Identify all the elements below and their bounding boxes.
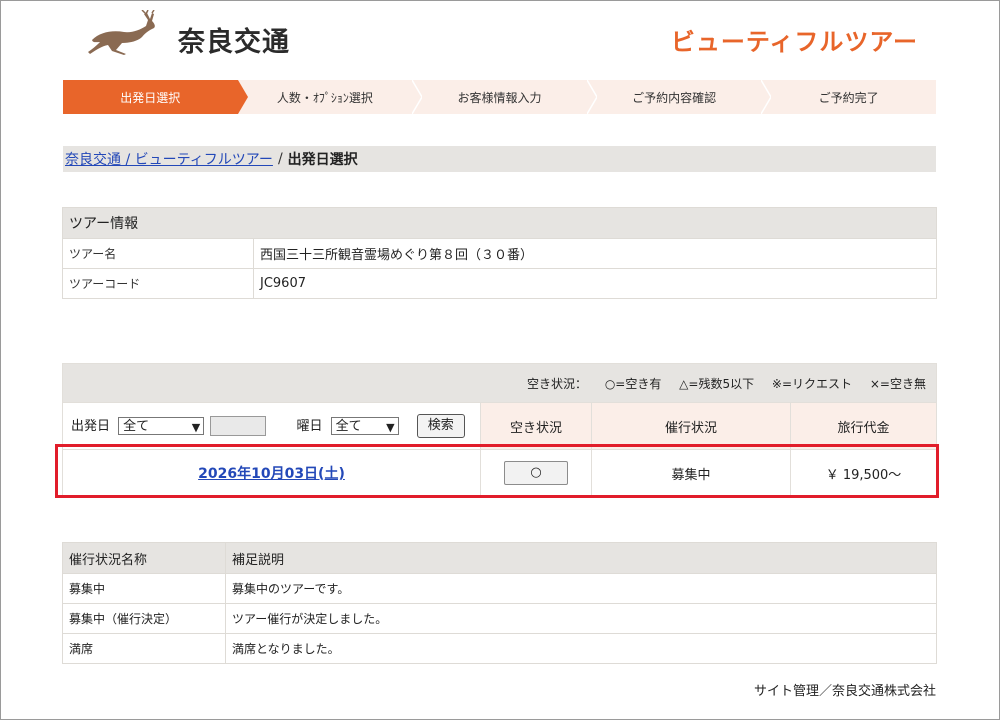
departure-date-select[interactable]: 全て ▼	[118, 417, 205, 435]
site-header: 奈良交通 ビューティフルツアー	[0, 0, 1000, 70]
step-arrow-icon	[237, 80, 248, 114]
footer-text: サイト管理／奈良交通株式会社	[753, 684, 936, 699]
step-label: 人数・ｵﾌﾟｼｮﾝ選択	[276, 90, 373, 105]
chevron-down-icon: ▼	[191, 421, 201, 434]
chevron-down-icon: ▼	[386, 421, 395, 434]
status-name: 募集中	[62, 573, 226, 604]
tour-name-label: ツアー名	[62, 238, 254, 269]
table-row: 募集中（催行決定） ツアー催行が決定しました。	[62, 603, 937, 634]
breadcrumb-current: 出発日選択	[287, 152, 358, 168]
status-name-header: 催行状況名称	[62, 542, 226, 574]
step-label: 出発日選択	[120, 90, 181, 105]
tour-name-value: 西国三十三所観音霊場めぐり第８回（３０番）	[253, 238, 937, 269]
column-header-price: 旅行代金	[790, 402, 937, 450]
step-arrow-icon	[412, 80, 423, 114]
legend-item-few-left: △=残数5以下	[679, 376, 755, 391]
legend-item-available: ○=空き有	[604, 376, 662, 391]
breadcrumb-link-home[interactable]: 奈良交通 / ビューティフルツアー	[65, 149, 273, 169]
status-legend-table: 催行状況名称 補足説明 募集中 募集中のツアーです。 募集中（催行決定） ツアー…	[62, 542, 937, 664]
date-input-field[interactable]	[210, 416, 267, 436]
step-label: お客様情報入力	[457, 90, 542, 105]
weekday-select[interactable]: 全て ▼	[330, 417, 399, 435]
step-arrow-icon	[761, 80, 772, 114]
status-name: 満席	[62, 633, 226, 664]
tour-code-label: ツアーコード	[62, 268, 254, 299]
step-confirm: ご予約内容確認	[586, 80, 772, 114]
price-cell: ￥ 19,500～	[790, 449, 937, 497]
company-logo-text[interactable]: 奈良交通	[178, 20, 290, 59]
step-people-options: 人数・ｵﾌﾟｼｮﾝ選択	[237, 80, 423, 114]
table-row: 満席 満席となりました。	[62, 633, 937, 664]
availability-button[interactable]: ○	[504, 461, 568, 485]
brand-title: ビューティフルツアー	[670, 28, 918, 56]
availability-table: 空き状況： ○=空き有 △=残数5以下 ※=リクエスト ×=空き無 出発日 全て…	[62, 363, 937, 497]
weekday-label: 曜日	[296, 418, 323, 434]
departure-date-cell: 2026年10月03日(土)	[62, 449, 481, 497]
breadcrumb: 奈良交通 / ビューティフルツアー / 出発日選択	[63, 146, 936, 172]
departure-date-label: 出発日	[71, 418, 111, 434]
weekday-select-value: 全て	[335, 419, 362, 434]
column-header-status: 催行状況	[591, 402, 791, 450]
table-row: 2026年10月03日(土) ○ 募集中 ￥ 19,500～	[62, 449, 937, 497]
legend-item-request: ※=リクエスト	[771, 376, 853, 391]
tour-info-heading: ツアー情報	[62, 207, 937, 239]
status-name: 募集中（催行決定）	[62, 603, 226, 634]
availability-cell: ○	[480, 449, 592, 497]
availability-legend: 空き状況： ○=空き有 △=残数5以下 ※=リクエスト ×=空き無	[62, 363, 937, 403]
progress-steps: 出発日選択 人数・ｵﾌﾟｼｮﾝ選択 お客様情報入力 ご予約内容確認 ご予約完了	[63, 80, 936, 114]
legend-item-full: ×=空き無	[869, 376, 926, 391]
step-label: ご予約完了	[818, 90, 879, 105]
table-row: 募集中 募集中のツアーです。	[62, 573, 937, 604]
departure-date-select-value: 全て	[123, 419, 150, 434]
status-desc-header: 補足説明	[225, 542, 937, 574]
status-desc: ツアー催行が決定しました。	[225, 603, 937, 634]
step-customer-info: お客様情報入力	[412, 80, 597, 114]
step-complete: ご予約完了	[761, 80, 936, 114]
legend-label: 空き状況：	[526, 376, 587, 391]
search-button[interactable]: 検索	[416, 414, 465, 438]
deer-logo-icon[interactable]	[86, 10, 166, 56]
breadcrumb-separator: /	[277, 151, 283, 167]
tour-code-value: JC9607	[253, 268, 937, 299]
column-header-availability: 空き状況	[480, 402, 592, 450]
step-label: ご予約内容確認	[632, 90, 717, 105]
status-desc: 満席となりました。	[225, 633, 937, 664]
status-desc: 募集中のツアーです。	[225, 573, 937, 604]
step-arrow-icon	[586, 80, 597, 114]
step-departure-date: 出発日選択	[63, 80, 248, 114]
tour-info-table: ツアー情報 ツアー名 西国三十三所観音霊場めぐり第８回（３０番） ツアーコード …	[62, 207, 937, 299]
filter-bar: 出発日 全て ▼ 曜日 全て ▼ 検索	[62, 402, 481, 450]
status-cell: 募集中	[591, 449, 791, 497]
departure-date-link[interactable]: 2026年10月03日(土)	[198, 466, 345, 482]
